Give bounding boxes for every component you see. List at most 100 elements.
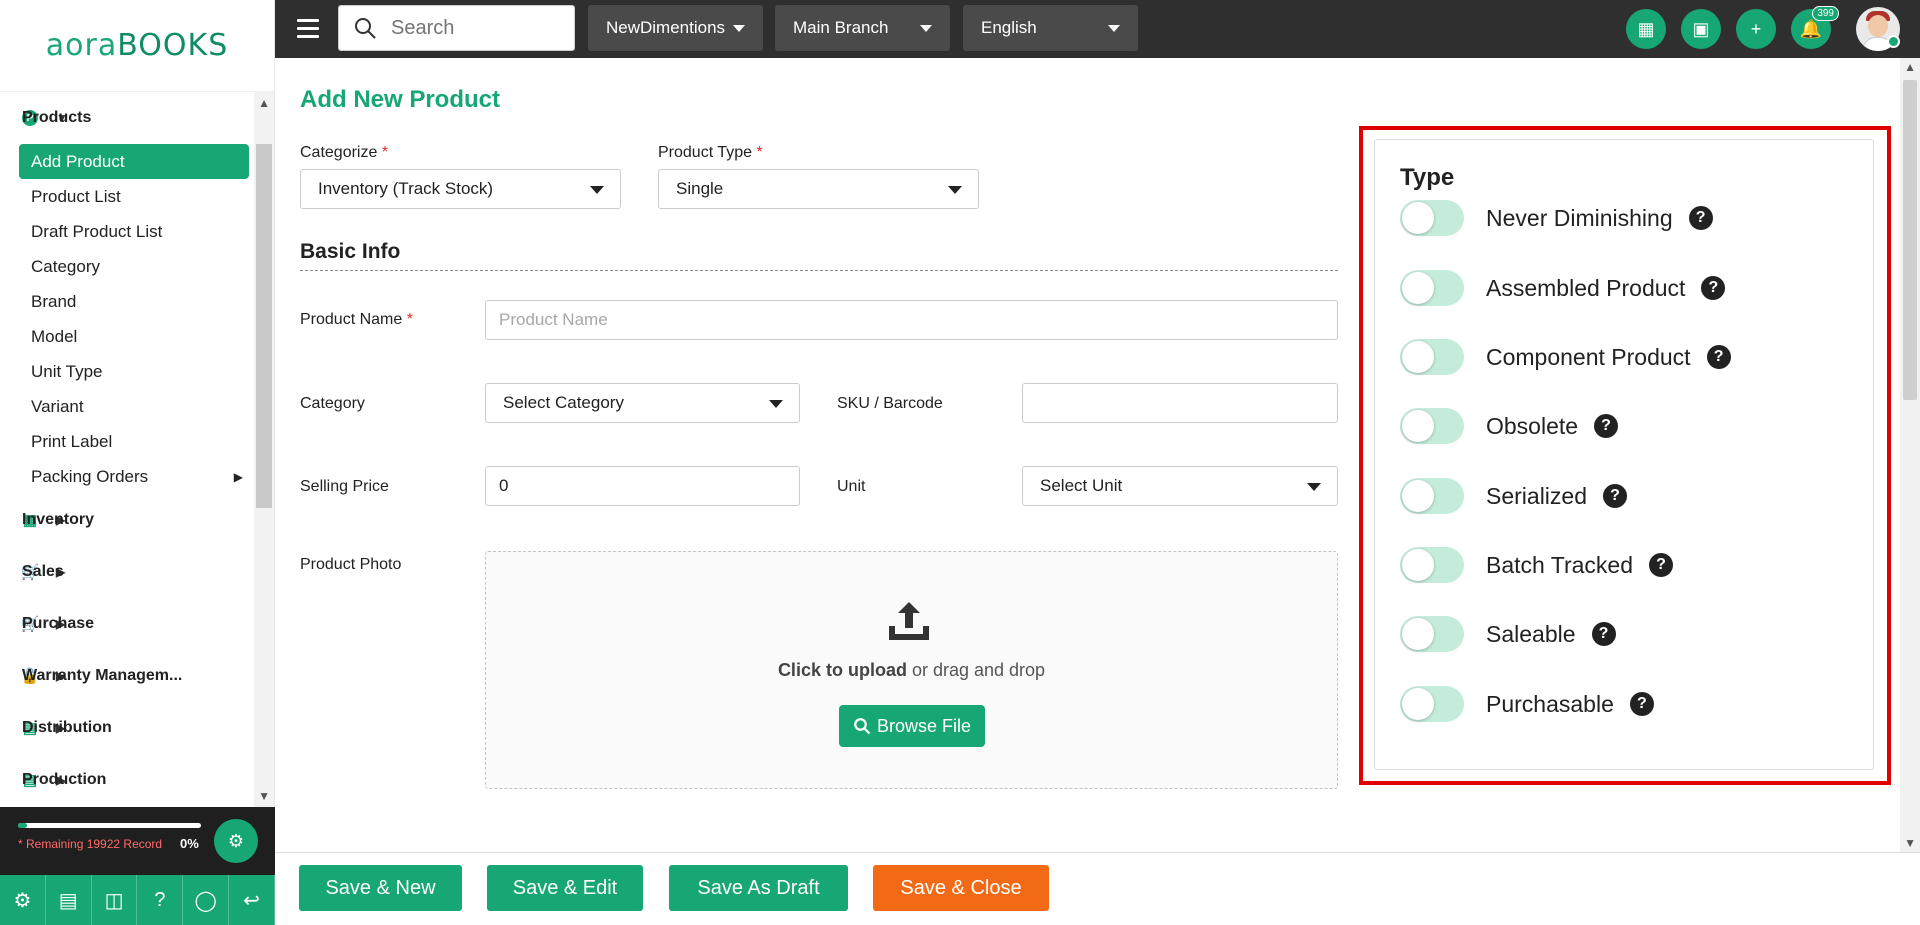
nav-products[interactable]: P Products ▼ xyxy=(0,92,275,144)
search-icon xyxy=(355,18,376,39)
never-diminishing-toggle[interactable] xyxy=(1400,200,1464,236)
notification-badge: 399 xyxy=(1812,6,1839,21)
toggle-row-component-product: Component Product ? xyxy=(1400,337,1731,377)
settings-icon[interactable]: ⚙ xyxy=(0,875,46,925)
scroll-up-icon[interactable]: ▲ xyxy=(258,96,270,110)
sidebar-item-add-product[interactable]: Add Product xyxy=(19,144,249,179)
main-scrollbar[interactable]: ▲ ▼ xyxy=(1900,58,1920,852)
scan-icon[interactable]: ▣ xyxy=(1681,9,1721,49)
component-product-toggle[interactable] xyxy=(1400,339,1464,375)
categorize-select[interactable]: Inventory (Track Stock) xyxy=(300,169,621,209)
sidebar-footer: * Remaining 19922 Record 0% ⚙ ⚙ ▤ ◫ ? ◯ … xyxy=(0,807,275,925)
browse-file-button[interactable]: Browse File xyxy=(839,705,985,747)
chat-icon[interactable]: ◯ xyxy=(183,875,230,925)
sidebar-scroll-thumb[interactable] xyxy=(256,144,272,508)
question-icon[interactable]: ? xyxy=(1629,692,1654,716)
add-icon[interactable]: + xyxy=(1736,9,1776,49)
purchasable-toggle[interactable] xyxy=(1400,686,1464,722)
products-submenu: Add Product Product List Draft Product L… xyxy=(0,144,275,494)
company-dropdown[interactable]: NewDimentions xyxy=(588,5,763,51)
nav-warranty[interactable]: 🔓 Warranty Managem... ▶ xyxy=(0,650,275,702)
toggle-label: Assembled Product xyxy=(1486,274,1686,301)
sidebar-item-model[interactable]: Model xyxy=(19,319,249,354)
language-label: English xyxy=(981,18,1037,37)
nav-distribution-label: Distribution xyxy=(22,719,112,736)
calculator-icon[interactable]: ▦ xyxy=(1626,9,1666,49)
save-and-new-button[interactable]: Save & New xyxy=(299,865,462,911)
sidebar-item-unit-type[interactable]: Unit Type xyxy=(19,354,249,389)
sidebar-item-print-label[interactable]: Print Label xyxy=(19,424,249,459)
caret-down-icon xyxy=(1108,25,1120,32)
remaining-records: * Remaining 19922 Record xyxy=(18,837,163,851)
nav-production[interactable]: ▤ Production ▶ xyxy=(0,754,275,806)
save-as-draft-button[interactable]: Save As Draft xyxy=(669,865,848,911)
book-icon[interactable]: ◫ xyxy=(92,875,138,925)
sidebar-item-brand[interactable]: Brand xyxy=(19,284,249,319)
sidebar-item-packing-orders[interactable]: Packing Orders ▶ xyxy=(19,459,249,494)
saleable-toggle[interactable] xyxy=(1400,616,1464,652)
sidebar-scrollbar[interactable]: ▲ ▼ xyxy=(254,92,274,807)
search-box[interactable] xyxy=(338,5,575,51)
language-dropdown[interactable]: English xyxy=(963,5,1138,51)
upload-icon xyxy=(889,602,929,640)
sidebar-item-label: Unit Type xyxy=(31,361,103,381)
unit-select[interactable]: Select Unit xyxy=(1022,466,1338,506)
caret-down-icon xyxy=(590,186,604,194)
report-icon[interactable]: ▤ xyxy=(46,875,92,925)
help-icon[interactable]: ? xyxy=(137,875,184,925)
toggle-label: Serialized xyxy=(1486,482,1587,509)
support-icon[interactable]: ⚙ xyxy=(214,819,258,863)
sku-input[interactable] xyxy=(1022,383,1338,423)
online-status-icon xyxy=(1887,35,1900,48)
question-icon[interactable]: ? xyxy=(1688,206,1713,230)
scroll-down-icon[interactable]: ▼ xyxy=(1904,836,1916,850)
bell-icon[interactable]: 🔔 399 xyxy=(1791,6,1839,49)
menu-icon[interactable] xyxy=(297,19,319,39)
branch-dropdown[interactable]: Main Branch xyxy=(775,5,950,51)
question-icon[interactable]: ? xyxy=(1701,276,1726,300)
toggle-row-obsolete: Obsolete ? xyxy=(1400,406,1619,446)
save-and-edit-button[interactable]: Save & Edit xyxy=(487,865,643,911)
sidebar-item-category[interactable]: Category xyxy=(19,249,249,284)
question-icon[interactable]: ? xyxy=(1591,622,1616,646)
question-icon[interactable]: ? xyxy=(1649,553,1674,577)
browse-file-label: Browse File xyxy=(876,715,972,736)
scroll-down-icon[interactable]: ▼ xyxy=(258,789,270,803)
question-icon[interactable]: ? xyxy=(1706,345,1731,369)
selling-price-input[interactable] xyxy=(485,466,800,506)
photo-dropzone[interactable]: Click to upload or drag and drop Browse … xyxy=(485,551,1338,789)
main-scroll-thumb[interactable] xyxy=(1903,80,1917,400)
topbar: NewDimentions Main Branch English ▦ ▣ + … xyxy=(275,0,1920,58)
sidebar-item-product-list[interactable]: Product List xyxy=(19,179,249,214)
sidebar-item-label: Packing Orders xyxy=(31,466,149,486)
category-select[interactable]: Select Category xyxy=(485,383,800,423)
product-photo-label: Product Photo xyxy=(300,556,402,573)
logo[interactable]: aoraBOOKS xyxy=(0,0,274,92)
product-name-input[interactable] xyxy=(485,300,1338,340)
sidebar-item-variant[interactable]: Variant xyxy=(19,389,249,424)
toggle-label: Never Diminishing xyxy=(1486,204,1673,231)
search-input[interactable] xyxy=(391,16,561,40)
basic-info-heading: Basic Info xyxy=(300,240,1338,271)
logo-text: aoraBOOKS xyxy=(45,28,229,63)
nav-inventory[interactable]: ▦ Inventory ▶ xyxy=(0,494,275,546)
sidebar-item-label: Draft Product List xyxy=(31,221,163,241)
nav-sales[interactable]: 🛒 Sales ▶ xyxy=(0,546,275,598)
batch-tracked-toggle[interactable] xyxy=(1400,547,1464,583)
save-and-close-button[interactable]: Save & Close xyxy=(873,865,1049,911)
obsolete-toggle[interactable] xyxy=(1400,408,1464,444)
nav-purchase[interactable]: 🛒 Purchase ▶ xyxy=(0,598,275,650)
sidebar-item-draft-product-list[interactable]: Draft Product List xyxy=(19,214,249,249)
serialized-toggle[interactable] xyxy=(1400,478,1464,514)
product-type-select[interactable]: Single xyxy=(658,169,979,209)
nav-distribution[interactable]: ▤ Distribution ▶ xyxy=(0,702,275,754)
company-label: NewDimentions xyxy=(606,18,726,37)
logout-icon[interactable]: ↩ xyxy=(229,875,275,925)
question-icon[interactable]: ? xyxy=(1594,414,1619,438)
toggle-row-saleable: Saleable ? xyxy=(1400,614,1616,654)
unit-label: Unit xyxy=(837,478,866,495)
scroll-up-icon[interactable]: ▲ xyxy=(1904,60,1916,74)
assembled-product-toggle[interactable] xyxy=(1400,270,1464,306)
nav-purchase-label: Purchase xyxy=(22,615,95,632)
question-icon[interactable]: ? xyxy=(1603,484,1627,508)
